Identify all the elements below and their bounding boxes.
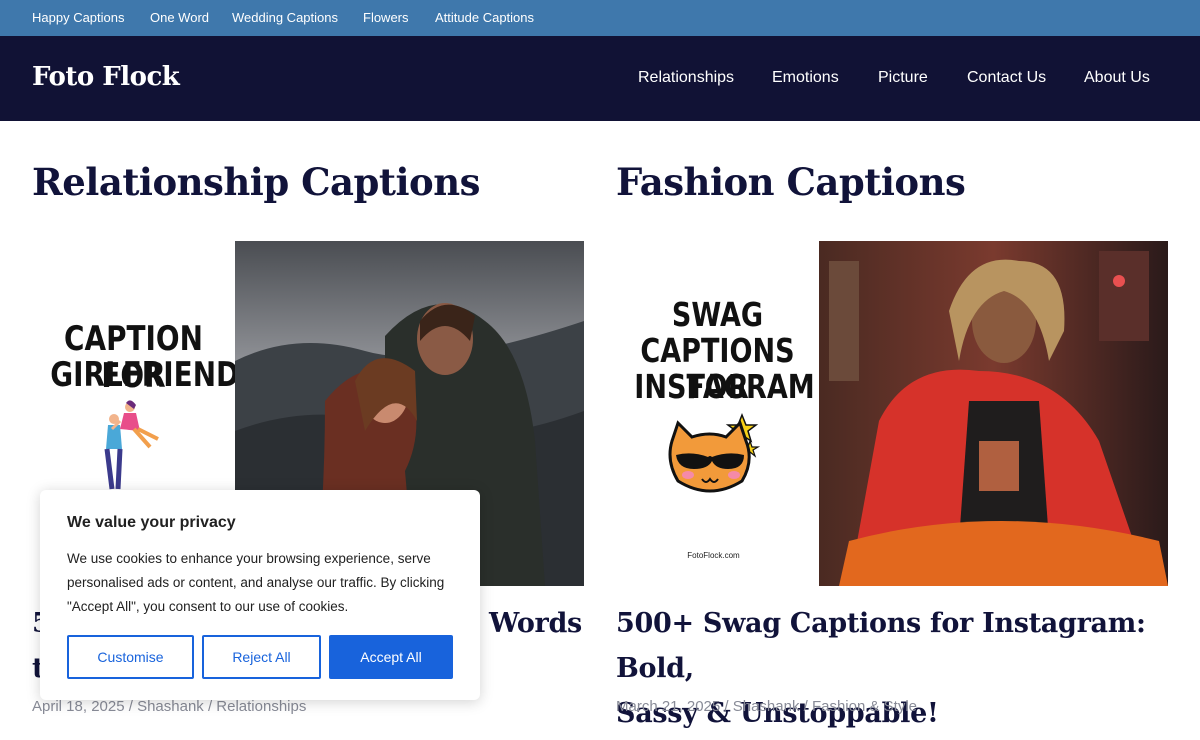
cookie-consent-banner: We value your privacy We use cookies to … bbox=[40, 490, 480, 700]
post-title-swag-line1: 500+ Swag Captions for Instagram: Bold, bbox=[616, 608, 1146, 684]
topbar-link-wedding-captions[interactable]: Wedding Captions bbox=[232, 10, 338, 25]
site-logo[interactable]: Foto Flock bbox=[32, 62, 180, 92]
post-thumbnail-swag[interactable]: SWAG CAPTIONS FOR INSTAGRAM FotoFlock.co… bbox=[616, 241, 1168, 586]
post-title-girlfriend-end: Words bbox=[489, 608, 582, 639]
topbar-link-attitude-captions[interactable]: Attitude Captions bbox=[435, 10, 534, 25]
post-meta-swag: March 21, 2025 / Shashank / Fashion & St… bbox=[616, 698, 918, 715]
section-title-relationship[interactable]: Relationship Captions bbox=[32, 160, 480, 204]
section-title-fashion[interactable]: Fashion Captions bbox=[616, 160, 966, 204]
nav-item-about-us[interactable]: About Us bbox=[1084, 69, 1150, 87]
nav-item-emotions[interactable]: Emotions bbox=[772, 69, 839, 87]
fashion-photo bbox=[819, 241, 1168, 586]
customise-button[interactable]: Customise bbox=[67, 635, 194, 679]
couple-illustration-icon bbox=[104, 400, 159, 490]
cool-cat-icon bbox=[668, 412, 761, 493]
poster-site-label: FotoFlock.com bbox=[687, 551, 740, 560]
cookie-title: We value your privacy bbox=[67, 514, 236, 531]
topbar-link-flowers[interactable]: Flowers bbox=[363, 10, 409, 25]
poster-panel: SWAG CAPTIONS FOR INSTAGRAM FotoFlock.co… bbox=[616, 241, 819, 586]
poster-heading-line1: SWAG bbox=[671, 295, 764, 334]
cookie-body: We use cookies to enhance your browsing … bbox=[67, 551, 445, 614]
nav-item-contact-us[interactable]: Contact Us bbox=[967, 69, 1046, 87]
nav-item-relationships[interactable]: Relationships bbox=[638, 69, 734, 87]
poster-heading-line3: INSTAGRAM bbox=[634, 367, 815, 406]
site-header: Foto Flock Relationships Emotions Pictur… bbox=[0, 36, 1200, 121]
accept-all-button[interactable]: Accept All bbox=[329, 635, 453, 679]
post-meta-girlfriend: April 18, 2025 / Shashank / Relationship… bbox=[32, 698, 307, 715]
nav-item-picture[interactable]: Picture bbox=[878, 69, 928, 87]
topbar-link-one-word[interactable]: One Word bbox=[150, 10, 209, 25]
top-bar: Happy Captions One Word Wedding Captions… bbox=[0, 0, 1200, 36]
reject-all-button[interactable]: Reject All bbox=[202, 635, 321, 679]
post-title-swag[interactable]: 500+ Swag Captions for Instagram: Bold, … bbox=[616, 601, 1186, 736]
topbar-link-happy-captions[interactable]: Happy Captions bbox=[32, 10, 125, 25]
poster-heading-line2: GIRLFRIEND bbox=[50, 355, 240, 395]
